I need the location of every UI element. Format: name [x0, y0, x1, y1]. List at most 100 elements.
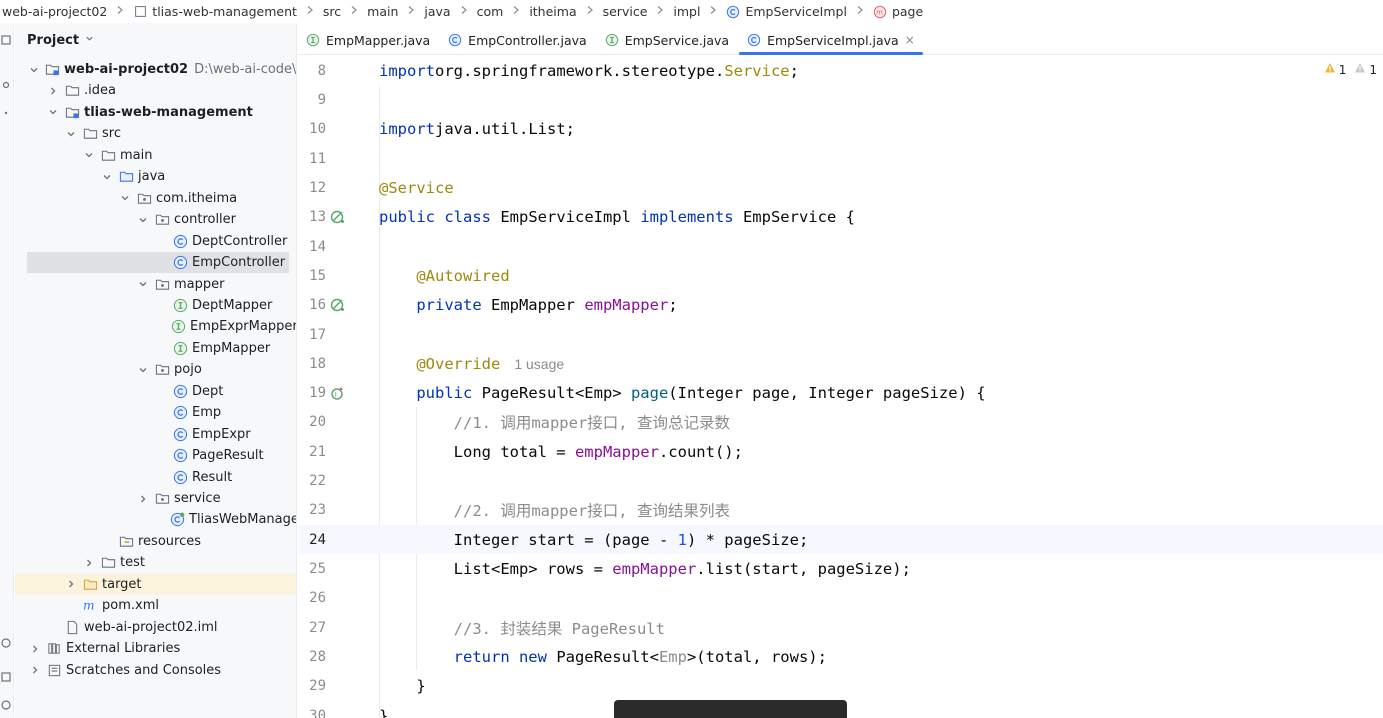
chevron-right-icon[interactable]: [65, 578, 77, 590]
chevron-down-icon[interactable]: [47, 106, 59, 118]
chevron-down-icon[interactable]: [65, 128, 77, 140]
chevron-down-icon[interactable]: [85, 34, 94, 46]
chevron-down-icon[interactable]: [137, 214, 149, 226]
code-line[interactable]: 12 @Service: [298, 173, 1383, 202]
tree-item[interactable]: EmpMapper: [15, 338, 296, 359]
tree-item[interactable]: m pom.xml: [15, 595, 296, 616]
inspection-widget[interactable]: 11: [1316, 62, 1377, 77]
code-line[interactable]: 21 Long total = empMapper.count();: [298, 437, 1383, 466]
code-text: public PageResult<Emp> page(Integer page…: [379, 384, 985, 402]
close-icon[interactable]: ×: [905, 33, 915, 47]
chevron-down-icon[interactable]: [101, 171, 113, 183]
editor-tab[interactable]: EmpServiceImpl.java ×: [739, 26, 923, 55]
code-line[interactable]: 29 }: [298, 672, 1383, 701]
code-line[interactable]: 19 I public PageResult<Emp> page(Integer …: [298, 379, 1383, 408]
code-line[interactable]: 24 Integer start = (page - 1) * pageSize…: [298, 525, 1383, 555]
editor-tab[interactable]: EmpMapper.java: [298, 26, 438, 54]
code-token: .count();: [658, 442, 743, 461]
tree-item[interactable]: mapper: [15, 274, 296, 295]
project-tool-icon[interactable]: [0, 34, 12, 46]
usages-inlay-hint[interactable]: 1 usage: [514, 356, 564, 372]
tree-item[interactable]: target: [15, 573, 296, 595]
breadcrumb-item[interactable]: java: [424, 4, 476, 19]
chevron-right-icon[interactable]: [29, 643, 41, 655]
editor-tab[interactable]: EmpController.java: [440, 26, 595, 54]
code-line[interactable]: 28 return new PageResult<Emp>(total, row…: [298, 642, 1383, 671]
tree-item[interactable]: tlias-web-management: [15, 102, 296, 123]
chevron-right-icon[interactable]: [83, 557, 95, 569]
code-line[interactable]: 17: [298, 320, 1383, 349]
spring-bean-gutter-icon[interactable]: [330, 297, 346, 313]
code-line[interactable]: 25 List<Emp> rows = empMapper.list(start…: [298, 554, 1383, 583]
warning-counter[interactable]: 1: [1324, 62, 1346, 77]
code-line[interactable]: 13 public class EmpServiceImpl implements…: [298, 203, 1383, 232]
editor-tab[interactable]: EmpService.java: [597, 26, 737, 54]
tree-item[interactable]: EmpController: [27, 252, 289, 274]
tree-item[interactable]: resources: [15, 531, 296, 552]
code-line[interactable]: 16 private EmpMapper empMapper;: [298, 291, 1383, 320]
commit-tool-icon[interactable]: [0, 79, 12, 91]
breadcrumb-item[interactable]: com: [477, 4, 530, 19]
tree-item[interactable]: DeptController: [15, 231, 296, 252]
tree-item[interactable]: java: [15, 166, 296, 187]
breadcrumb-item[interactable]: EmpServiceImpl: [726, 4, 872, 19]
spring-bean-gutter-icon[interactable]: [330, 209, 346, 225]
tree-item[interactable]: main: [15, 145, 296, 166]
tree-item[interactable]: Dept: [15, 381, 296, 402]
project-panel-header[interactable]: Project: [15, 23, 296, 57]
problems-tool-icon[interactable]: [0, 699, 12, 711]
code-line[interactable]: 22: [298, 466, 1383, 495]
more-tools-icon[interactable]: [0, 107, 12, 119]
chevron-down-icon[interactable]: [83, 149, 95, 161]
code-editor[interactable]: 8 importorg.springframework.stereotype.Se…: [298, 56, 1383, 718]
breadcrumb-item[interactable]: itheima: [529, 4, 602, 19]
tree-item[interactable]: pojo: [15, 359, 296, 380]
chevron-down-icon[interactable]: [137, 364, 149, 376]
chevron-right-icon[interactable]: [47, 85, 59, 97]
code-line[interactable]: 10 importjava.util.List;: [298, 115, 1383, 144]
tree-item[interactable]: Result: [15, 467, 296, 488]
tree-item[interactable]: TliasWebManageme: [15, 509, 296, 530]
tree-item[interactable]: test: [15, 552, 296, 573]
code-line[interactable]: 23 //2. 调用mapper接口, 查询结果列表: [298, 496, 1383, 525]
tree-item[interactable]: .idea: [15, 80, 296, 101]
breadcrumb-item[interactable]: web-ai-project02: [2, 4, 133, 19]
tree-item[interactable]: DeptMapper: [15, 295, 296, 316]
breadcrumb-item[interactable]: tlias-web-management: [133, 4, 323, 19]
terminal-tool-icon[interactable]: [0, 671, 12, 683]
tree-item[interactable]: web-ai-project02 D:\web-ai-code\we: [15, 59, 296, 80]
tree-item[interactable]: controller: [15, 209, 296, 230]
chevron-down-icon[interactable]: [119, 192, 131, 204]
code-line[interactable]: 26: [298, 584, 1383, 613]
tree-item[interactable]: Scratches and Consoles: [15, 660, 296, 681]
code-line[interactable]: 9: [298, 85, 1383, 114]
tree-item[interactable]: External Libraries: [15, 638, 296, 659]
code-line[interactable]: 18 @Override 1 usage: [298, 349, 1383, 378]
warning-counter[interactable]: 1: [1354, 62, 1377, 77]
tree-item[interactable]: web-ai-project02.iml: [15, 617, 296, 638]
tree-item[interactable]: Emp: [15, 402, 296, 423]
chevron-down-icon[interactable]: [137, 278, 149, 290]
code-line[interactable]: 15 @Autowired: [298, 261, 1383, 290]
tree-item[interactable]: src: [15, 123, 296, 144]
override-gutter-icon[interactable]: I: [330, 385, 346, 401]
services-tool-icon[interactable]: [0, 637, 12, 649]
breadcrumb-item[interactable]: m page: [873, 4, 923, 19]
tree-item[interactable]: com.itheima: [15, 188, 296, 209]
code-line[interactable]: 11: [298, 144, 1383, 173]
tree-item[interactable]: EmpExprMapper: [15, 316, 296, 337]
code-line[interactable]: 8 importorg.springframework.stereotype.Se…: [298, 56, 1383, 85]
tree-item[interactable]: EmpExpr: [15, 424, 296, 445]
breadcrumb-item[interactable]: main: [367, 4, 424, 19]
code-line[interactable]: 20 //1. 调用mapper接口, 查询总记录数: [298, 408, 1383, 437]
tree-item[interactable]: service: [15, 488, 296, 509]
code-line[interactable]: 27 //3. 封装结果 PageResult: [298, 613, 1383, 642]
chevron-right-icon[interactable]: [137, 493, 149, 505]
chevron-right-icon[interactable]: [29, 664, 41, 676]
breadcrumb-item[interactable]: src: [323, 4, 367, 19]
chevron-down-icon[interactable]: [29, 64, 39, 76]
code-line[interactable]: 14: [298, 232, 1383, 261]
tree-item[interactable]: PageResult: [15, 445, 296, 466]
breadcrumb-item[interactable]: service: [603, 4, 674, 19]
breadcrumb-item[interactable]: impl: [673, 4, 726, 19]
